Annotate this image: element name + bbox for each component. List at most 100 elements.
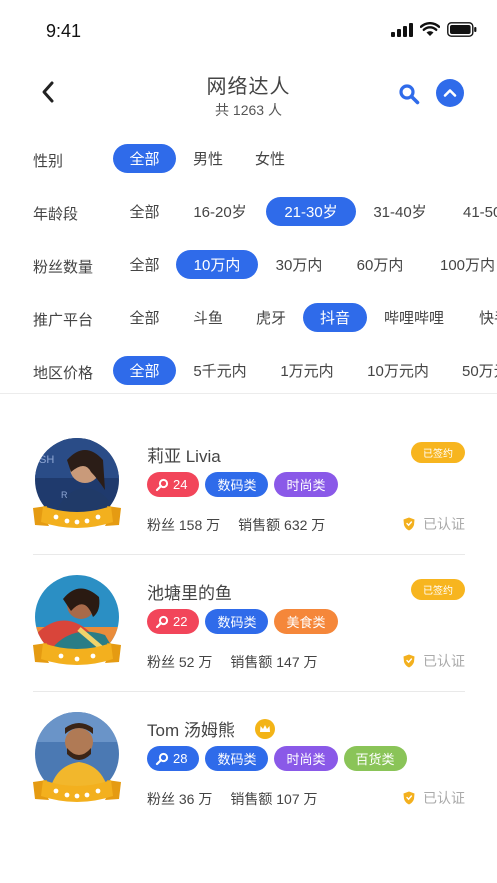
level-ribbon-icon: [33, 643, 121, 665]
status-bar: 9:41: [0, 0, 497, 62]
crown-icon: [255, 719, 275, 739]
tag-list: 28 数码类 时尚类 百货类: [147, 746, 407, 771]
verified-label: 已认证: [423, 790, 465, 806]
tag-list: 24 数码类 时尚类: [147, 472, 338, 497]
filter-row-platform: 推广平台 全部 斗鱼 虎牙 抖音 哔哩哔哩 快手: [0, 303, 497, 333]
filter-row-price: 地区价格 全部 5千元内 1万元内 10万元内 50万元内: [0, 356, 497, 386]
stats: 粉丝 52 万 销售额 147 万: [147, 652, 318, 672]
filter-chip-age-41-50[interactable]: 41-50岁: [451, 197, 497, 226]
stats: 粉丝 158 万 销售额 632 万: [147, 515, 325, 535]
influencer-name: 莉亚 Livia: [147, 447, 221, 466]
filter-chip-age-all[interactable]: 全部: [113, 197, 176, 226]
sales-amount: 销售额 107 万: [230, 791, 318, 807]
category-tag: 时尚类: [274, 746, 338, 771]
filter-row-age: 年龄段 全部 16-20岁 21-30岁 31-40岁 41-50岁: [0, 197, 497, 227]
filter-chip-platform-kuaishou[interactable]: 快手: [468, 303, 497, 332]
metric-badge: 22: [147, 609, 200, 634]
filter-chip-price-10k[interactable]: 1万元内: [271, 356, 343, 385]
influencer-card[interactable]: 池塘里的鱼 已签约 22 数码类 美食类 粉丝 52 万 销售额 147 万 已…: [0, 555, 497, 692]
avatar-group: [33, 712, 121, 808]
svg-text:SH: SH: [39, 454, 54, 466]
filter-chip-fans-600k[interactable]: 60万内: [345, 250, 415, 279]
svg-text:R: R: [61, 490, 68, 500]
signed-badge: 已签约: [411, 579, 465, 600]
filter-chip-price-all[interactable]: 全部: [113, 356, 176, 385]
influencer-name: Tom 汤姆熊: [147, 721, 235, 740]
filter-row-fans: 粉丝数量 全部 10万内 30万内 60万内 100万内: [0, 250, 497, 280]
verified-status: 已认证: [403, 514, 465, 534]
verified-label: 已认证: [423, 516, 465, 532]
search-icon: [399, 84, 420, 105]
fans-count: 粉丝 36 万: [147, 791, 213, 807]
collapse-filters-button[interactable]: [436, 79, 464, 107]
shield-icon: [403, 791, 415, 805]
metric-badge: 24: [147, 472, 200, 497]
filter-chip-gender-all[interactable]: 全部: [113, 144, 176, 173]
shield-icon: [403, 517, 415, 531]
influencer-name: 池塘里的鱼: [147, 584, 232, 603]
filter-chip-platform-douyin[interactable]: 抖音: [303, 303, 367, 332]
filter-row-gender: 性别 全部 男性 女性: [0, 144, 497, 174]
nav-bar: 网络达人 共 1263 人: [0, 62, 497, 128]
status-time: 9:41: [46, 21, 82, 41]
wifi-icon: [420, 22, 440, 36]
filter-chip-age-21-30[interactable]: 21-30岁: [266, 197, 356, 226]
level-ribbon-icon: [33, 780, 121, 802]
status-icons: [391, 22, 477, 37]
influencer-card[interactable]: Tom 汤姆熊 28 数码类 时尚类 百货类 粉丝 36 万 销售额 107 万: [0, 692, 497, 829]
category-tag: 百货类: [343, 746, 407, 771]
fans-count: 粉丝 52 万: [147, 654, 213, 670]
page-title: 网络达人: [206, 76, 291, 98]
filter-chip-fans-300k[interactable]: 30万内: [264, 250, 334, 279]
filter-chip-gender-female[interactable]: 女性: [243, 144, 297, 173]
filter-chip-fans-1m[interactable]: 100万内: [430, 250, 497, 279]
filter-chip-fans-100k[interactable]: 10万内: [176, 250, 258, 279]
search-button[interactable]: [396, 81, 422, 107]
result-count: 共 1263 人: [215, 102, 282, 118]
category-tag: 时尚类: [274, 472, 338, 497]
key-icon: [155, 752, 169, 765]
category-tag: 数码类: [205, 746, 269, 771]
filter-chip-price-500k[interactable]: 50万元内: [452, 356, 497, 385]
category-tag: 数码类: [205, 472, 269, 497]
metric-value: 28: [173, 751, 188, 766]
signal-icon: [391, 22, 413, 37]
signed-badge: 已签约: [411, 442, 465, 463]
key-icon: [155, 478, 169, 491]
metric-value: 22: [173, 614, 188, 629]
filter-chip-price-100k[interactable]: 10万元内: [358, 356, 438, 385]
filter-label: 推广平台: [33, 312, 94, 329]
filter-chip-age-16-20[interactable]: 16-20岁: [184, 197, 256, 226]
metric-value: 24: [173, 477, 188, 492]
category-tag: 数码类: [205, 609, 269, 634]
shield-icon: [403, 654, 415, 668]
verified-status: 已认证: [403, 651, 465, 671]
avatar-group: SH R: [33, 438, 121, 534]
sales-amount: 销售额 632 万: [238, 517, 326, 533]
filter-chip-price-5k[interactable]: 5千元内: [184, 356, 256, 385]
stats: 粉丝 36 万 销售额 107 万: [147, 789, 318, 809]
filter-chip-age-31-40[interactable]: 31-40岁: [364, 197, 436, 226]
verified-label: 已认证: [423, 653, 465, 669]
category-tag: 美食类: [274, 609, 338, 634]
filter-chip-platform-all[interactable]: 全部: [113, 303, 176, 332]
filter-chip-platform-bilibili[interactable]: 哔哩哔哩: [374, 303, 454, 332]
filter-chip-platform-huya[interactable]: 虎牙: [243, 303, 299, 332]
filter-panel: 性别 全部 男性 女性 年龄段 全部 16-20岁 21-30岁 31-40岁 …: [0, 130, 497, 394]
chevron-up-icon: [443, 89, 457, 97]
level-ribbon-icon: [33, 506, 121, 528]
filter-chip-fans-all[interactable]: 全部: [113, 250, 176, 279]
influencer-card[interactable]: SH R 莉亚 Livia 已签约 24 数码类 时尚类 粉丝 158 万 销售…: [0, 418, 497, 555]
filter-chip-gender-male[interactable]: 男性: [181, 144, 235, 173]
avatar-group: [33, 575, 121, 671]
filter-label: 年龄段: [33, 206, 79, 223]
sales-amount: 销售额 147 万: [230, 654, 318, 670]
key-icon: [155, 615, 169, 628]
fans-count: 粉丝 158 万: [147, 517, 221, 533]
battery-icon: [447, 22, 477, 37]
filter-label: 性别: [33, 153, 64, 170]
filter-label: 地区价格: [33, 365, 94, 382]
filter-chip-platform-douyu[interactable]: 斗鱼: [180, 303, 236, 332]
metric-badge: 28: [147, 746, 200, 771]
filter-label: 粉丝数量: [33, 259, 94, 276]
